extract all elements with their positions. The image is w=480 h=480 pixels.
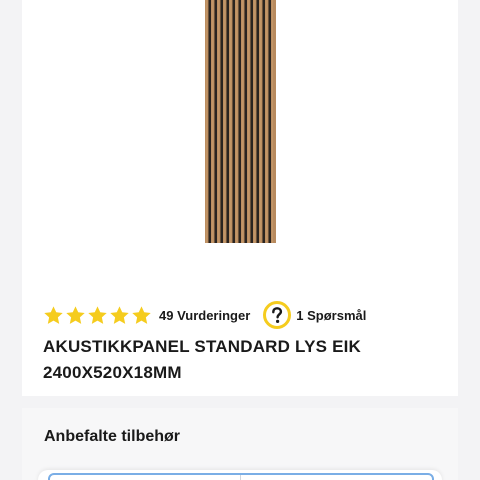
star-icon: [44, 305, 63, 324]
accessories-title: Anbefalte tilbehør: [44, 428, 181, 445]
star-icon: [132, 305, 151, 324]
rating-count-link[interactable]: 49 Vurderinger: [159, 308, 250, 323]
question-count-label: 1 Spørsmål: [296, 307, 367, 323]
right-background-rail: [458, 0, 480, 480]
variant-selector[interactable]: [48, 473, 434, 480]
rating-row: 49 Vurderinger 1 Spørsmål: [43, 300, 366, 330]
product-title: AKUSTIKKPANEL STANDARD LYS EIK 2400X520X…: [43, 337, 362, 382]
star-icon: [110, 305, 129, 324]
star-rating[interactable]: [43, 305, 152, 326]
star-icon: [66, 305, 85, 324]
section-divider: [22, 396, 458, 408]
bottom-sheet: [38, 470, 442, 480]
selector-divider: [240, 475, 241, 480]
left-background-rail: [0, 0, 22, 480]
product-image[interactable]: [205, 0, 276, 243]
question-circle-icon: [263, 301, 292, 329]
star-icon: [88, 305, 107, 324]
questions-link[interactable]: 1 Spørsmål: [262, 300, 366, 330]
